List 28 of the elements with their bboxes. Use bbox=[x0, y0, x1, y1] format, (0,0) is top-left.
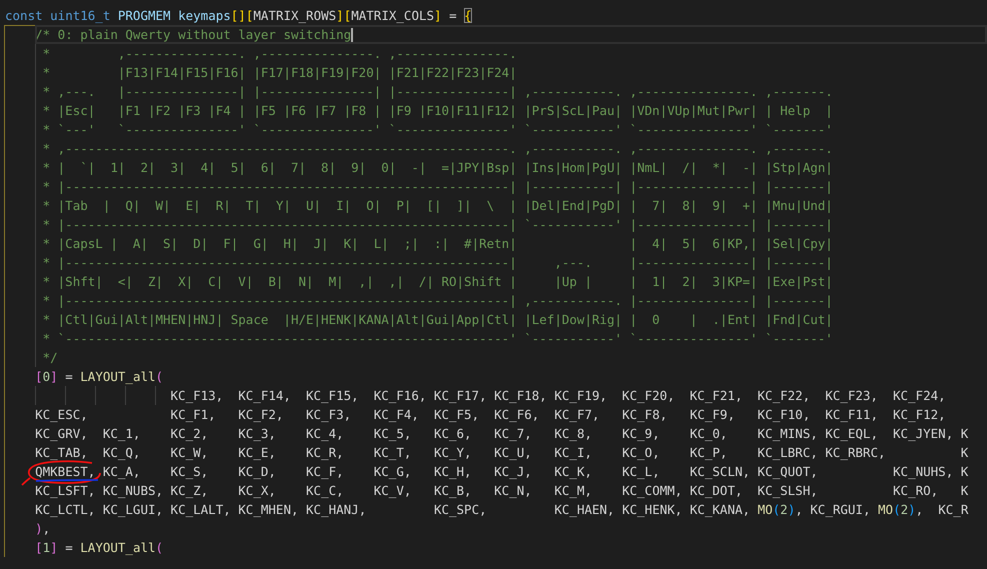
code-line: KC_TAB, KC_Q, KC_W, KC_E, KC_R, KC_T, KC_Y, KC_U, KC_I, KC_O, KC_P, KC_LBRC, KC_RBRC, K bbox=[35, 444, 968, 462]
code-line: ), bbox=[35, 520, 50, 538]
code-line: KC_GRV, KC_1, KC_2, KC_3, KC_4, KC_5, KC_6, KC_7, KC_8, KC_9, KC_0, KC_MINS, KC_EQL, KC_JYEN, K bbox=[35, 425, 968, 443]
code-line: const uint16_t PROGMEM keymaps[][MATRIX_ROWS][MATRIX_COLS] = { bbox=[5, 7, 472, 25]
code-line: * |CapsL | A| S| D| F| G| H| J| K| L| ;| :| #|Retn| | 4| 5| 6|KP,| |Sel|Cpy| bbox=[42, 235, 833, 253]
code-line: * |-----------------------------------------------------------| |-----------| |---------------| |-------| bbox=[42, 178, 833, 196]
code-line: KC_F13, KC_F14, KC_F15, KC_F16, KC_F17, KC_F18, KC_F19, KC_F20, KC_F21, KC_F22, KC_F23, KC_F24, bbox=[170, 387, 946, 405]
code-line: QMKBEST, KC_A, KC_S, KC_D, KC_F, KC_G, KC_H, KC_J, KC_K, KC_L, KC_SCLN, KC_QUOT, KC_NUHS, K bbox=[35, 463, 968, 481]
code-line: * |Ctl|Gui|Alt|MHEN|HNJ| Space |H/E|HENK|KANA|Alt|Gui|App|Ctl| |Lef|Dow|Rig| | 0 | .|Ent| |Fnd|Cut| bbox=[42, 311, 833, 329]
code-line: * ,---------------. ,---------------. ,---------------. bbox=[42, 45, 517, 63]
code-line: KC_ESC, KC_F1, KC_F2, KC_F3, KC_F4, KC_F5, KC_F6, KC_F7, KC_F8, KC_F9, KC_F10, KC_F11, KC_F12, bbox=[35, 406, 946, 424]
code-line: */ bbox=[42, 349, 58, 367]
code-line: * ,---. |---------------| |---------------| |---------------| ,-----------. ,---------------. ,-------. bbox=[42, 83, 833, 101]
code-line: * |Esc| |F1 |F2 |F3 |F4 | |F5 |F6 |F7 |F8 | |F9 |F10|F11|F12| |PrS|ScL|Pau| |VDn|VUp|Mut|Pwr| | Help | bbox=[42, 102, 833, 120]
code-line: * ,-----------------------------------------------------------. ,-----------. ,---------------. ,-------. bbox=[42, 140, 833, 158]
code-line: * | `| 1| 2| 3| 4| 5| 6| 7| 8| 9| 0| -| =|JPY|Bsp| |Ins|Hom|PgU| |NmL| /| *| -| |Stp|Agn| bbox=[42, 159, 833, 177]
code-line: * `---' `---------------' `---------------' `---------------' `-----------' `---------------' `-------' bbox=[42, 121, 833, 139]
code-line: KC_LSFT, KC_NUBS, KC_Z, KC_X, KC_C, KC_V, KC_B, KC_N, KC_M, KC_COMM, KC_DOT, KC_SLSH, KC_RO, K bbox=[35, 482, 968, 500]
code-line: [1] = LAYOUT_all( bbox=[35, 539, 164, 557]
code-line: * |Tab | Q| W| E| R| T| Y| U| I| O| P| [| ]| \ | |Del|End|PgD| | 7| 8| 9| +| |Mnu|Und| bbox=[42, 197, 833, 215]
code-line: * `-----------------------------------------------------------' `-----------' `---------------' `-------' bbox=[42, 330, 833, 348]
code-line: * |Shft| <| Z| X| C| V| B| N| M| ,| ,| /| RO|Shift | |Up | | 1| 2| 3|KP=| |Exe|Pst| bbox=[42, 273, 833, 291]
code-line: * |-----------------------------------------------------------| ,-----------. |---------------| |-------| bbox=[42, 292, 833, 310]
code-line: [0] = LAYOUT_all( bbox=[35, 368, 164, 386]
code-line: * |F13|F14|F15|F16| |F17|F18|F19|F20| |F21|F22|F23|F24| bbox=[42, 64, 517, 82]
code-line: * |-----------------------------------------------------------| ,---. |---------------| |-------| bbox=[42, 254, 833, 272]
code-line: * |-----------------------------------------------------------| `-----------' |---------------| |-------| bbox=[42, 216, 833, 234]
code-line: KC_LCTL, KC_LGUI, KC_LALT, KC_MHEN, KC_HANJ, KC_SPC, KC_HAEN, KC_HENK, KC_KANA, MO(2), KC_RGUI, MO(2), KC_R bbox=[35, 501, 968, 519]
